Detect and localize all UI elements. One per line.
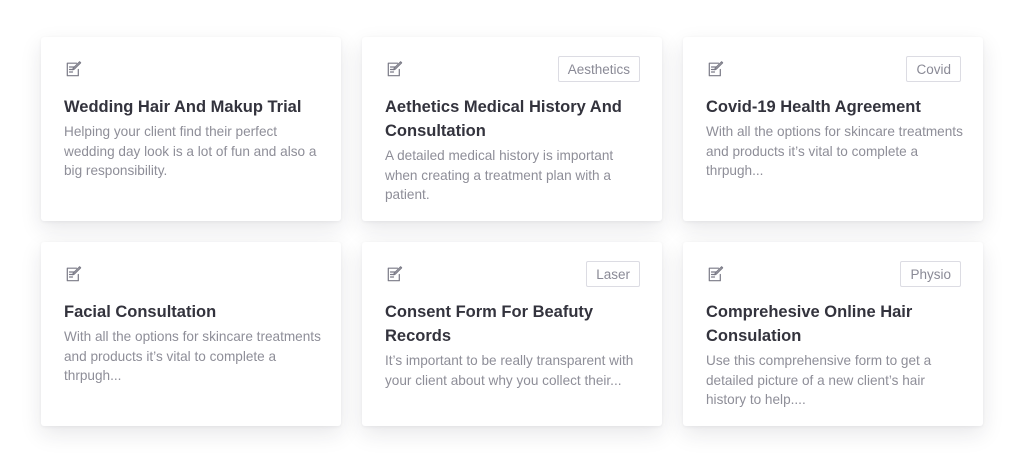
category-tag: Covid: [906, 56, 961, 82]
form-edit-icon: [706, 265, 724, 283]
card-description: Helping your client find their perfect w…: [64, 124, 317, 178]
template-card-consent-form[interactable]: Laser Consent Form For Beafuty Records I…: [362, 242, 662, 426]
template-card-aesthetics-history[interactable]: Aesthetics Aethetics Medical History And…: [362, 37, 662, 221]
form-edit-icon: [64, 265, 82, 283]
template-card-hair-consultation[interactable]: Physio Comprehesive Online Hair Consulat…: [683, 242, 983, 426]
card-title: Facial Consultation: [64, 303, 217, 321]
category-tag: Aesthetics: [557, 56, 640, 82]
form-edit-icon: [706, 60, 724, 78]
card-title: Consent Form For Beafuty Records: [385, 303, 594, 345]
form-edit-icon: [64, 60, 82, 78]
card-description: A detailed medical history is important …: [385, 148, 614, 202]
form-template-grid: Wedding Hair And Makup Trial Helping you…: [41, 37, 983, 426]
form-edit-icon: [385, 60, 403, 78]
card-title: Aethetics Medical History And Consultati…: [385, 98, 622, 140]
card-title: Comprehesive Online Hair Consulation: [706, 303, 913, 345]
form-edit-icon: [385, 265, 403, 283]
card-description: With all the options for skincare treatm…: [706, 124, 963, 178]
card-description: With all the options for skincare treatm…: [64, 329, 321, 383]
card-title: Covid-19 Health Agreement: [706, 98, 921, 116]
card-title: Wedding Hair And Makup Trial: [64, 98, 302, 116]
card-description: Use this comprehensive form to get a det…: [706, 353, 932, 407]
category-tag: Physio: [900, 261, 961, 287]
template-card-wedding-hair[interactable]: Wedding Hair And Makup Trial Helping you…: [41, 37, 341, 221]
card-description: It’s important to be really transparent …: [385, 353, 634, 388]
template-card-covid-agreement[interactable]: Covid Covid-19 Health Agreement With all…: [683, 37, 983, 221]
template-card-facial-consultation[interactable]: Facial Consultation With all the options…: [41, 242, 341, 426]
category-tag: Laser: [586, 261, 640, 287]
